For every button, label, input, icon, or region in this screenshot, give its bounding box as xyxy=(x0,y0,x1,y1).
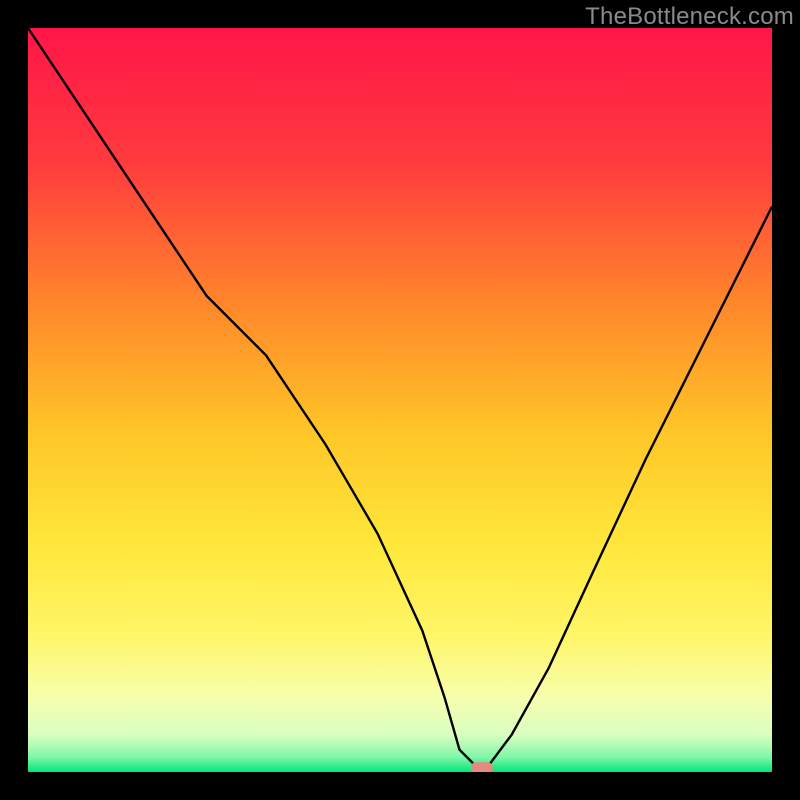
gradient-background xyxy=(28,28,772,772)
bottleneck-chart xyxy=(28,28,772,772)
chart-plot-area xyxy=(28,28,772,772)
watermark-text: TheBottleneck.com xyxy=(585,3,794,31)
optimal-point-marker xyxy=(471,762,493,772)
